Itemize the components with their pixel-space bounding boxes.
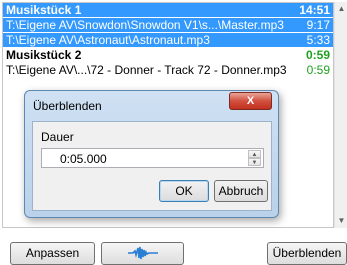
duration-value: 0:05.000 [60, 152, 107, 166]
file-path: T:\Eigene AV\Astronaut\Astronaut.mp3 [6, 33, 210, 47]
track-total-time: 0:59 [305, 48, 330, 62]
waveform-icon [127, 246, 158, 259]
spin-down-icon[interactable]: ▼ [248, 158, 261, 166]
track-header-1[interactable]: Musikstück 1 14:51 [3, 3, 333, 17]
file-row[interactable]: T:\Eigene AV\...\72 - Donner - Track 72 … [3, 63, 333, 77]
file-time: 9:17 [306, 18, 330, 32]
file-row[interactable]: T:\Eigene AV\Snowdon\Snowdon V1\s...\Mas… [3, 18, 333, 32]
dialog-title: Überblenden [33, 99, 102, 113]
ok-button[interactable]: OK [159, 180, 209, 202]
track-header-2[interactable]: Musikstück 2 0:59 [3, 48, 333, 62]
file-path: T:\Eigene AV\Snowdon\Snowdon V1\s...\Mas… [6, 18, 284, 32]
close-button[interactable]: X [229, 92, 272, 110]
crossfade-button[interactable]: Überblenden [267, 242, 347, 265]
file-path: T:\Eigene AV\...\72 - Donner - Track 72 … [6, 63, 287, 77]
file-time: 5:33 [306, 33, 330, 47]
adjust-button[interactable]: Anpassen [10, 242, 95, 265]
crossfade-dialog: Überblenden X Dauer 0:05.000 ▲ ▼ OK Abbr… [24, 90, 279, 218]
track-title: Musikstück 2 [6, 48, 82, 62]
duration-label: Dauer [41, 130, 74, 144]
scroll-down-arrow-icon[interactable]: ▼ [335, 214, 347, 228]
vertical-scrollbar[interactable]: ▲ ▼ [334, 2, 347, 228]
scroll-up-arrow-icon[interactable]: ▲ [335, 2, 347, 16]
spin-up-icon[interactable]: ▲ [248, 150, 261, 158]
duration-spinner[interactable]: ▲ ▼ [248, 150, 261, 166]
dialog-body: Dauer 0:05.000 ▲ ▼ OK Abbruch [32, 121, 272, 211]
close-icon: X [246, 95, 255, 107]
track-title: Musikstück 1 [6, 3, 82, 17]
track-total-time: 14:51 [299, 3, 330, 17]
file-row[interactable]: T:\Eigene AV\Astronaut\Astronaut.mp3 5:3… [3, 33, 333, 47]
file-time: 0:59 [306, 63, 330, 77]
duration-input[interactable]: 0:05.000 ▲ ▼ [41, 148, 264, 168]
waveform-button[interactable] [101, 242, 184, 265]
cancel-button[interactable]: Abbruch [214, 180, 268, 202]
